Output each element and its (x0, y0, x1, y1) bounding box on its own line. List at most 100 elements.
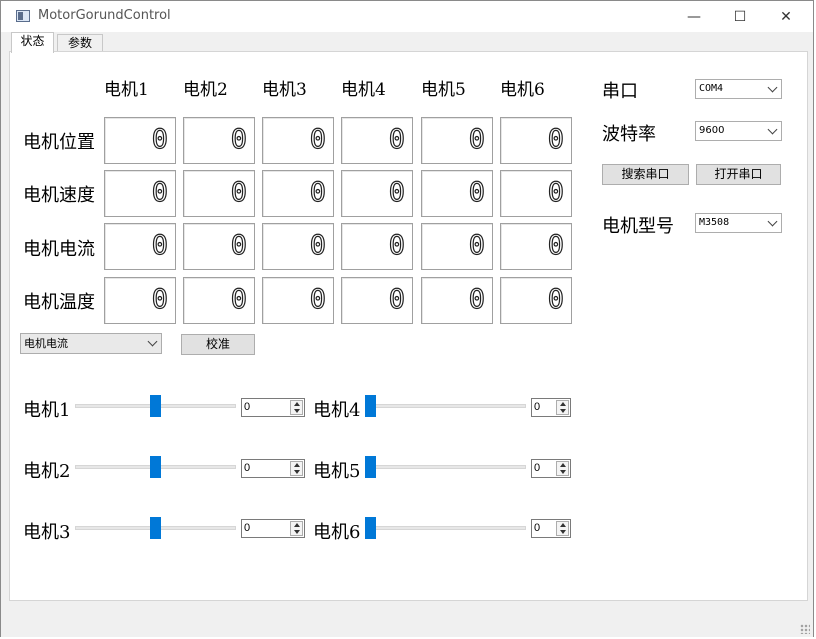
spin-up-icon[interactable] (294, 523, 300, 527)
slider-motor1[interactable] (75, 395, 236, 417)
status-bar (1, 602, 813, 637)
row-header-position: 电机位置 (23, 132, 95, 153)
open-serial-button[interactable]: 打开串口 (696, 164, 781, 185)
lcd-temperature-motor2: 0 (183, 277, 255, 324)
column-header-motor3: 电机3 (262, 80, 307, 100)
lcd-speed-motor3: 0 (262, 170, 334, 217)
spin-arrows[interactable] (290, 521, 303, 536)
chevron-down-icon (767, 216, 778, 227)
slider-motor3[interactable] (75, 517, 236, 539)
spinbox-motor1[interactable]: 0 (241, 398, 305, 417)
spinbox-motor5[interactable]: 0 (531, 459, 571, 478)
main-window: MotorGorundControl — ☐ ✕ 状态 参数 电机1 电机2 电… (0, 0, 814, 637)
lcd-speed-motor6: 0 (500, 170, 572, 217)
slider-groove (365, 526, 526, 530)
slider-label-motor2: 电机2 (23, 461, 71, 482)
spin-up-icon[interactable] (560, 402, 566, 406)
window-title: MotorGorundControl (38, 8, 171, 23)
spin-up-icon[interactable] (560, 523, 566, 527)
close-button[interactable]: ✕ (763, 1, 809, 32)
serial-port-label: 串口 (602, 81, 638, 102)
slider-handle[interactable] (365, 395, 376, 417)
lcd-position-motor1: 0 (104, 117, 176, 164)
lcd-temperature-motor6: 0 (500, 277, 572, 324)
slider-motor5[interactable] (365, 456, 526, 478)
column-header-motor6: 电机6 (500, 80, 545, 100)
row-header-speed: 电机速度 (23, 185, 95, 206)
spin-arrows[interactable] (290, 461, 303, 476)
chevron-down-icon (147, 336, 158, 347)
row-header-current: 电机电流 (23, 239, 95, 260)
display-select-value: 电机电流 (24, 337, 68, 350)
maximize-button[interactable]: ☐ (717, 1, 763, 32)
spin-down-icon[interactable] (560, 470, 566, 474)
search-serial-button[interactable]: 搜索串口 (602, 164, 689, 185)
slider-label-motor3: 电机3 (23, 522, 71, 543)
spin-up-icon[interactable] (294, 402, 300, 406)
column-header-motor5: 电机5 (421, 80, 466, 100)
serial-port-select[interactable]: COM4 (695, 79, 782, 99)
lcd-position-motor3: 0 (262, 117, 334, 164)
spinbox-motor2[interactable]: 0 (241, 459, 305, 478)
title-bar: MotorGorundControl — ☐ ✕ (1, 1, 813, 32)
chevron-down-icon (767, 82, 778, 93)
spinbox-motor4[interactable]: 0 (531, 398, 571, 417)
slider-label-motor1: 电机1 (23, 400, 71, 421)
slider-handle[interactable] (150, 456, 161, 478)
column-header-motor4: 电机4 (341, 80, 386, 100)
lcd-current-motor1: 0 (104, 223, 176, 270)
spin-arrows[interactable] (556, 461, 569, 476)
chevron-down-icon (767, 124, 778, 135)
spin-up-icon[interactable] (560, 463, 566, 467)
tab-bar: 状态 参数 (1, 32, 813, 53)
spin-down-icon[interactable] (560, 530, 566, 534)
spin-down-icon[interactable] (294, 470, 300, 474)
lcd-current-motor2: 0 (183, 223, 255, 270)
spinbox-motor3[interactable]: 0 (241, 519, 305, 538)
minimize-button[interactable]: — (671, 1, 717, 32)
baud-rate-select[interactable]: 9600 (695, 121, 782, 141)
slider-label-motor4: 电机4 (313, 400, 361, 421)
tab-status[interactable]: 状态 (11, 32, 54, 53)
spin-down-icon[interactable] (560, 409, 566, 413)
slider-motor4[interactable] (365, 395, 526, 417)
calibrate-button[interactable]: 校准 (181, 334, 255, 355)
baud-rate-label: 波特率 (602, 124, 656, 145)
lcd-temperature-motor4: 0 (341, 277, 413, 324)
lcd-position-motor5: 0 (421, 117, 493, 164)
spin-arrows[interactable] (556, 521, 569, 536)
motor-type-select[interactable]: M3508 (695, 213, 782, 233)
slider-handle[interactable] (150, 395, 161, 417)
row-header-temperature: 电机温度 (23, 292, 95, 313)
lcd-current-motor3: 0 (262, 223, 334, 270)
spinbox-motor6[interactable]: 0 (531, 519, 571, 538)
lcd-speed-motor1: 0 (104, 170, 176, 217)
slider-handle[interactable] (365, 456, 376, 478)
spin-down-icon[interactable] (294, 530, 300, 534)
app-window-icon (16, 10, 30, 22)
column-header-motor1: 电机1 (104, 80, 149, 100)
slider-motor6[interactable] (365, 517, 526, 539)
spin-arrows[interactable] (556, 400, 569, 415)
slider-motor2[interactable] (75, 456, 236, 478)
lcd-position-motor4: 0 (341, 117, 413, 164)
lcd-position-motor2: 0 (183, 117, 255, 164)
tab-parameters[interactable]: 参数 (57, 34, 103, 52)
slider-groove (365, 465, 526, 469)
display-select[interactable]: 电机电流 (20, 333, 162, 354)
slider-handle[interactable] (150, 517, 161, 539)
lcd-temperature-motor5: 0 (421, 277, 493, 324)
spin-arrows[interactable] (290, 400, 303, 415)
slider-groove (365, 404, 526, 408)
lcd-current-motor6: 0 (500, 223, 572, 270)
slider-handle[interactable] (365, 517, 376, 539)
lcd-current-motor5: 0 (421, 223, 493, 270)
spin-down-icon[interactable] (294, 409, 300, 413)
spin-up-icon[interactable] (294, 463, 300, 467)
slider-label-motor6: 电机6 (313, 522, 361, 543)
column-header-motor2: 电机2 (183, 80, 228, 100)
motor-type-label: 电机型号 (602, 216, 674, 237)
resize-grip-icon[interactable] (800, 624, 810, 634)
lcd-temperature-motor3: 0 (262, 277, 334, 324)
lcd-speed-motor2: 0 (183, 170, 255, 217)
